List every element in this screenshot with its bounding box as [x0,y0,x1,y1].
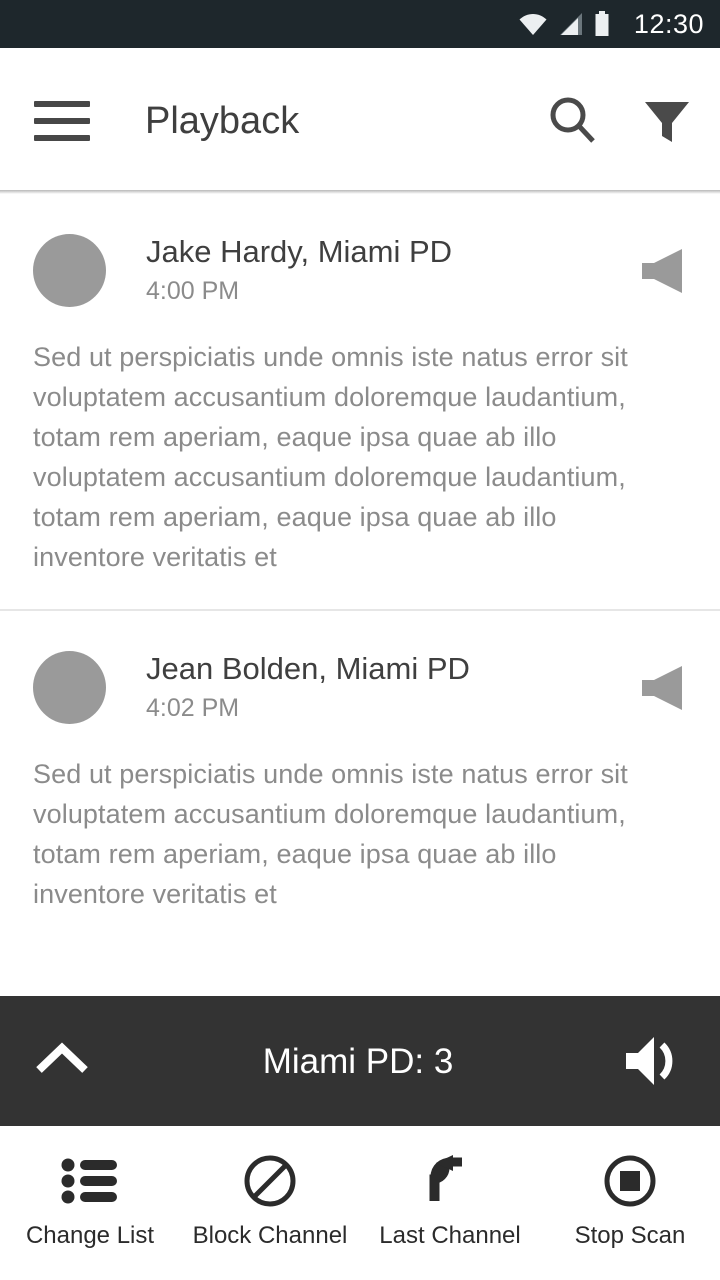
nav-item-block-channel[interactable]: Block Channel [180,1152,360,1248]
filter-icon [645,102,689,142]
filter-button[interactable] [638,92,696,150]
wifi-icon [519,14,547,35]
list-item[interactable]: Jake Hardy, Miami PD 4:00 PM Sed ut pers… [0,194,720,609]
now-playing-bar[interactable]: Miami PD: 3 [0,996,720,1126]
message-body: Sed ut perspiciatis unde omnis iste natu… [33,759,628,910]
now-playing-label: Miami PD: 3 [262,1041,454,1081]
message-meta: Jean Bolden, Miami PD 4:02 PM [146,651,620,724]
hamburger-bar [34,135,90,141]
bottom-nav: Change List Block Channel Last Channel S… [0,1126,720,1280]
hamburger-bar [34,118,90,124]
nav-icon-wrap [422,1152,478,1210]
message-list[interactable]: Jake Hardy, Miami PD 4:00 PM Sed ut pers… [0,194,720,996]
volume-button[interactable] [616,1023,692,1099]
chevron-up-icon [36,1042,88,1073]
page-title: Playback [145,100,300,142]
list-item[interactable]: Jean Bolden, Miami PD 4:02 PM Sed ut per… [0,609,720,946]
play-audio-button[interactable] [630,658,690,718]
app-bar: Playback [0,48,720,194]
avatar [33,651,106,725]
message-author: Jean Bolden, Miami PD [146,651,470,687]
nav-label: Last Channel [379,1222,521,1249]
message-meta: Jake Hardy, Miami PD 4:00 PM [146,234,620,307]
message-time: 4:00 PM [146,276,240,305]
search-button[interactable] [544,92,602,150]
nav-icon-wrap [603,1152,657,1210]
play-audio-button[interactable] [630,241,690,301]
block-icon [244,1155,296,1207]
app-bar-actions [544,92,696,150]
nav-icon-wrap [61,1152,119,1210]
nav-icon-wrap [243,1152,297,1210]
message-author: Jake Hardy, Miami PD [146,234,453,269]
hamburger-menu-icon[interactable] [34,101,90,141]
battery-icon [595,11,609,36]
message-header: Jean Bolden, Miami PD 4:02 PM [33,611,690,725]
speaker-icon [642,665,682,710]
expand-button[interactable] [24,1023,100,1099]
nav-label: Block Channel [192,1222,348,1249]
avatar [33,234,106,308]
nav-item-change-list[interactable]: Change List [0,1152,180,1248]
status-bar-clock: 12:30 [633,8,704,39]
message-time: 4:02 PM [146,693,240,722]
status-bar-icons: 12:30 [518,8,704,39]
message-header: Jake Hardy, Miami PD 4:00 PM [33,194,690,308]
volume-icon [626,1037,673,1085]
nav-label: Change List [25,1222,155,1249]
nav-item-stop-scan[interactable]: Stop Scan [540,1152,720,1248]
undo-arrow-icon [429,1155,462,1201]
speaker-icon [642,248,682,293]
message-body: Sed ut perspiciatis unde omnis iste natu… [33,342,628,573]
app-screen: 12:30 Playback Jake Hardy, Miami PD 4:00… [0,0,720,1280]
nav-label: Stop Scan [574,1222,686,1249]
cell-signal-icon [559,13,582,35]
nav-item-last-channel[interactable]: Last Channel [360,1152,540,1248]
hamburger-bar [34,101,90,107]
stop-icon [604,1155,656,1207]
list-icon [61,1158,117,1204]
search-icon [550,97,595,143]
status-bar: 12:30 [0,0,720,48]
